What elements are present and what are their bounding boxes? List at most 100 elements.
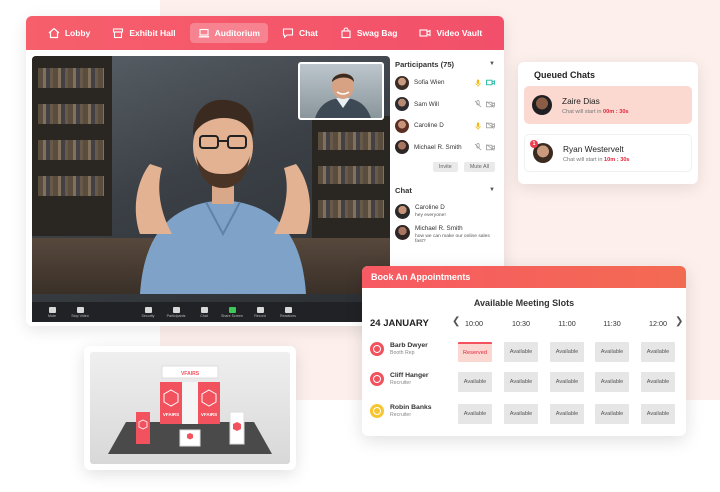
chat-bubble-icon <box>200 306 208 313</box>
nav-exhibit-hall[interactable]: Exhibit Hall <box>104 23 183 43</box>
home-icon <box>48 27 60 39</box>
exhibit-booth-card[interactable]: VFAIRS VFAIRS VFAIRS <box>84 346 296 470</box>
time-slot[interactable]: Available <box>550 342 584 362</box>
camera-off-icon[interactable] <box>486 100 495 108</box>
people-icon <box>172 306 180 313</box>
time-slot[interactable]: Available <box>641 342 675 362</box>
security-button[interactable]: Security <box>134 306 162 318</box>
time-slot[interactable]: Available <box>504 372 538 392</box>
picture-in-picture-video[interactable] <box>298 62 384 120</box>
nav-auditorium[interactable]: Auditorium <box>189 23 268 43</box>
nav-label: Chat <box>298 28 318 38</box>
time-header: 10:30 <box>512 318 530 328</box>
queued-chat-item[interactable]: Zaire Dias Chat will start in 00m : 30s <box>524 86 692 124</box>
time-slot[interactable]: Available <box>641 404 675 424</box>
booth-panel-brand: VFAIRS <box>201 412 217 417</box>
avatar: 1 <box>530 140 553 163</box>
invite-button[interactable]: Invite <box>432 162 458 172</box>
mute-all-button[interactable]: Mute All <box>463 162 495 172</box>
nav-label: Exhibit Hall <box>129 28 176 38</box>
time-slot[interactable]: Available <box>641 372 675 392</box>
date-time-header: 24 JANUARY ❮ 10:00 10:30 11:00 11:30 12:… <box>362 316 686 329</box>
time-slot[interactable]: Available <box>504 404 538 424</box>
user-icon <box>370 372 384 386</box>
chat-message: Michael R. Smith how we can make our onl… <box>395 225 495 244</box>
time-slot[interactable]: Available <box>550 372 584 392</box>
participants-button[interactable]: Participants <box>162 306 190 318</box>
shield-icon <box>144 306 152 313</box>
slot-row: Robin Banks Recruiter Available Availabl… <box>362 404 686 426</box>
avatar <box>532 95 552 115</box>
time-slot[interactable]: Available <box>550 404 584 424</box>
chat-text: hey everyone! <box>415 213 446 218</box>
participant-row[interactable]: Michael R. Smith <box>395 137 495 159</box>
chat-sender: Michael R. Smith <box>415 225 463 232</box>
slot-row: Barb Dwyer Booth Rep Reserved Available … <box>362 342 686 364</box>
chat-text: how we can make our online sales fast? <box>415 234 490 244</box>
time-slot[interactable]: Available <box>595 404 629 424</box>
time-slot[interactable]: Available <box>595 372 629 392</box>
mute-button[interactable]: Mute <box>38 306 66 318</box>
books <box>38 104 104 124</box>
record-button[interactable]: Record <box>246 306 274 318</box>
rep-name: Barb Dwyer <box>390 342 428 349</box>
books <box>318 132 384 150</box>
books <box>38 176 104 196</box>
countdown-prefix: Chat will start in <box>562 108 602 115</box>
share-screen-button[interactable]: Share Screen <box>218 306 246 318</box>
reactions-button[interactable]: Reactions <box>274 306 302 318</box>
nav-chat[interactable]: Chat <box>274 23 326 43</box>
rep-name: Robin Banks <box>390 404 432 411</box>
time-slot[interactable]: Reserved <box>458 342 492 362</box>
time-slot[interactable]: Available <box>458 372 492 392</box>
stop-video-button[interactable]: Stop Video <box>66 306 94 318</box>
participant-name: Sofia Wien <box>414 79 445 87</box>
microphone-on-icon[interactable] <box>474 122 482 130</box>
microphone-off-icon[interactable] <box>474 100 482 108</box>
main-video-feed[interactable] <box>32 56 390 316</box>
booth-render: VFAIRS VFAIRS VFAIRS <box>90 352 290 464</box>
participant-row[interactable]: Caroline D <box>395 115 495 137</box>
participants-title: Participants (75) <box>395 59 455 69</box>
time-slot[interactable]: Available <box>595 342 629 362</box>
time-slot[interactable]: Available <box>458 404 492 424</box>
camera-off-icon[interactable] <box>486 143 495 151</box>
nav-lobby[interactable]: Lobby <box>40 23 99 43</box>
nav-video-vault[interactable]: Video Vault <box>411 23 490 43</box>
queued-chat-item[interactable]: 1 Ryan Westervelt Chat will start in 10m… <box>524 134 692 172</box>
books <box>38 68 104 88</box>
avatar <box>395 97 409 112</box>
appointments-title: Book An Appointments <box>362 266 686 288</box>
countdown-time: 00m : 30s <box>603 108 629 115</box>
participant-row[interactable]: Sofia Wien <box>395 72 495 94</box>
video-control-bar: Mute Stop Video Security Participants Ch… <box>32 302 362 322</box>
chat-title: Chat <box>395 185 412 195</box>
control-label: Participants <box>166 313 186 318</box>
participant-name: Sam Will <box>414 100 439 108</box>
time-slot[interactable]: Available <box>504 342 538 362</box>
booth-top-brand: VFAIRS <box>181 371 200 377</box>
nav-swag-bag[interactable]: Swag Bag <box>332 23 406 43</box>
chat-button[interactable]: Chat <box>190 306 218 318</box>
chevron-down-icon[interactable]: ▼ <box>489 61 495 67</box>
rep-info: Robin Banks Recruiter <box>370 404 432 418</box>
pip-person <box>315 73 371 118</box>
queued-countdown: Chat will start in 00m : 30s <box>562 109 629 115</box>
chat-header[interactable]: Chat ▼ <box>395 182 495 198</box>
microphone-off-icon[interactable] <box>474 143 482 151</box>
chat-icon <box>282 28 294 39</box>
participants-header[interactable]: Participants (75) ▼ <box>395 56 495 72</box>
avatar <box>395 118 409 133</box>
next-arrow-icon[interactable]: ❯ <box>675 316 683 327</box>
camera-on-icon[interactable] <box>486 79 495 86</box>
chevron-down-icon[interactable]: ▼ <box>489 187 495 193</box>
avatar <box>395 204 410 219</box>
queued-countdown: Chat will start in 10m : 30s <box>563 157 630 163</box>
user-icon-dot <box>373 407 381 415</box>
microphone-on-icon[interactable] <box>474 79 482 87</box>
rep-info: Barb Dwyer Booth Rep <box>370 342 428 356</box>
chat-sender: Caroline D <box>415 204 445 211</box>
participant-row[interactable]: Sam Will <box>395 94 495 116</box>
camera-off-icon[interactable] <box>486 122 495 130</box>
participant-name: Caroline D <box>414 122 444 130</box>
